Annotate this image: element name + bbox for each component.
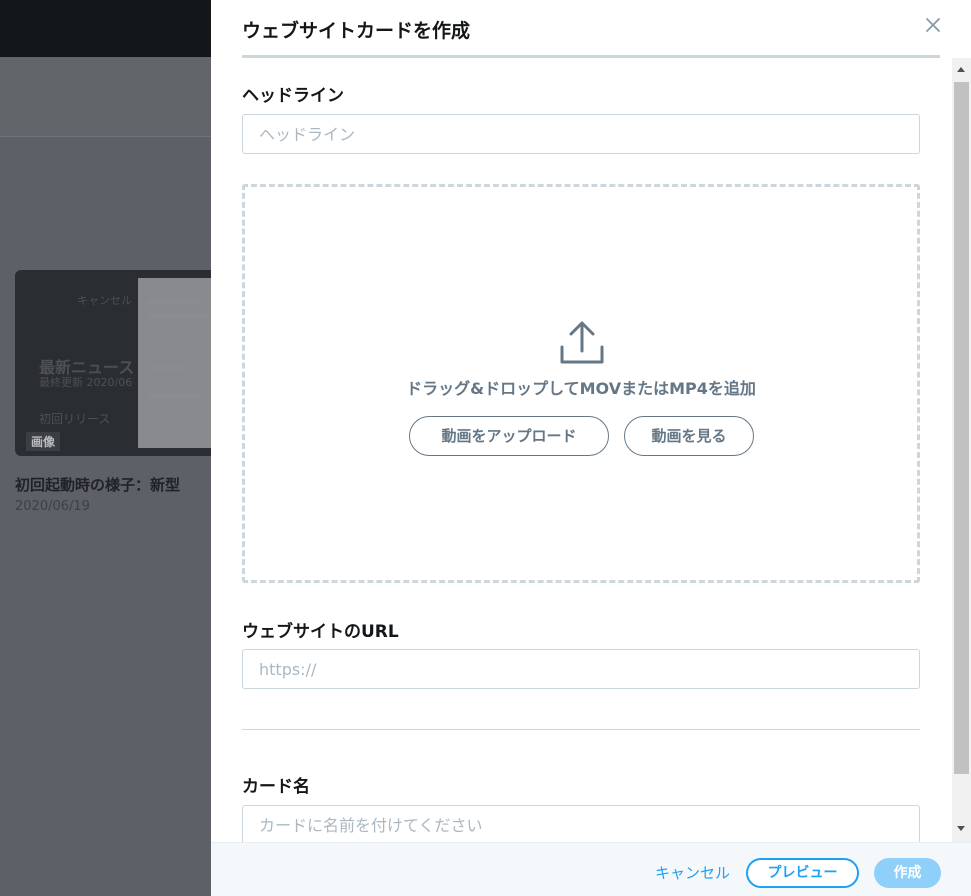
card-name-input[interactable] (242, 805, 920, 842)
scrollbar-thumb[interactable] (954, 82, 969, 774)
thumbnail-subtitle: 最終更新 2020/06 (39, 376, 133, 389)
cancel-button[interactable]: キャンセル (655, 862, 730, 883)
close-button[interactable] (920, 12, 946, 38)
headline-label: ヘッドライン (242, 86, 344, 106)
upload-icon (560, 321, 604, 364)
create-button[interactable]: 作成 (874, 858, 941, 888)
scroll-up-icon[interactable] (957, 67, 965, 72)
card-name-label: カード名 (242, 777, 310, 797)
thumbnail-line (148, 366, 188, 370)
thumbnail-menu-text: キャンセル (77, 294, 132, 307)
thumbnail-line (148, 394, 203, 398)
section-divider (242, 729, 920, 730)
dropzone-instructions: ドラッグ&ドロップしてMOVまたはMP4を追加 (406, 379, 756, 398)
media-type-badge: 画像 (26, 432, 61, 451)
close-icon (926, 18, 940, 32)
thumbnail-line (148, 300, 198, 304)
preview-button[interactable]: プレビュー (746, 858, 859, 888)
view-video-button[interactable]: 動画を見る (624, 416, 754, 456)
upload-video-button[interactable]: 動画をアップロード (409, 416, 609, 456)
create-website-card-panel: ウェブサイトカードを作成 ヘッドライン ドラッグ&ドロップしてMOVまたはMP4… (211, 0, 971, 896)
media-item-date: 2020/06/19 (15, 499, 90, 514)
thumbnail-line (148, 314, 208, 318)
thumbnail-footer: 初回リリース (39, 412, 111, 426)
video-dropzone[interactable]: ドラッグ&ドロップしてMOVまたはMP4を追加 動画をアップロード 動画を見る (242, 184, 920, 583)
panel-footer: キャンセル プレビュー 作成 (211, 842, 971, 896)
website-url-label: ウェブサイトのURL (242, 622, 399, 642)
website-url-input[interactable] (242, 649, 920, 689)
scrollbar[interactable] (952, 58, 971, 842)
media-thumbnail[interactable]: キャンセル 最新ニュース 最終更新 2020/06 初回リリース (15, 270, 225, 456)
form-scroll-area: ヘッドライン ドラッグ&ドロップしてMOVまたはMP4を追加 動画をアップロード… (211, 58, 951, 842)
panel-title: ウェブサイトカードを作成 (242, 20, 471, 42)
headline-input[interactable] (242, 114, 920, 154)
scroll-down-icon[interactable] (957, 826, 965, 831)
panel-header: ウェブサイトカードを作成 (211, 0, 971, 58)
media-item-title[interactable]: 初回起動時の様子：新型 (15, 474, 180, 495)
